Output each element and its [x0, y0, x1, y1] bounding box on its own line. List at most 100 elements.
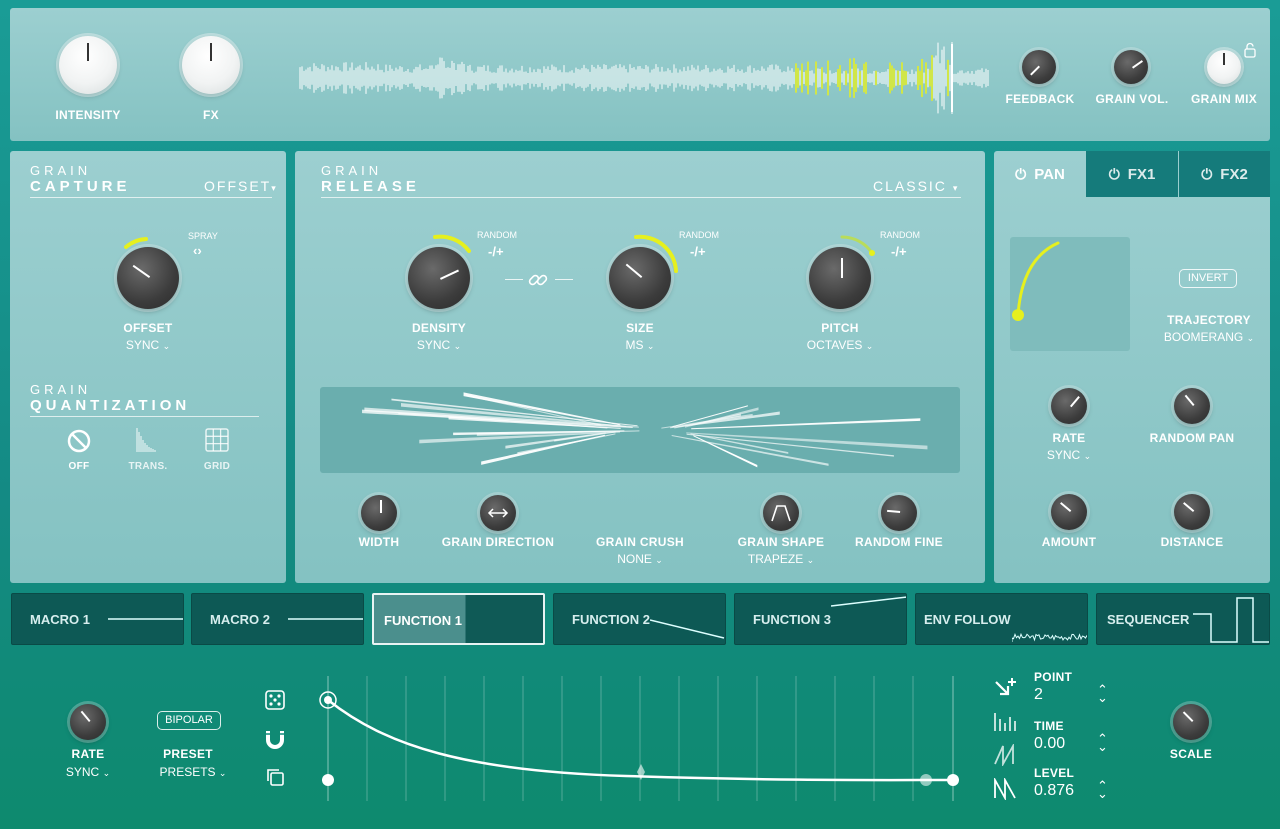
steps-icon[interactable] [993, 711, 1019, 733]
release-mode-select[interactable]: CLASSIC ▾ [873, 178, 959, 194]
magnet-icon[interactable] [264, 728, 286, 750]
mod-preview [1012, 632, 1087, 642]
pitch-random-value[interactable]: -/+ [891, 244, 907, 259]
random-fine-label: RANDOM FINE [855, 535, 943, 549]
grain-shape-sub: TRAPEZE [747, 552, 804, 566]
mod-tab-function-3[interactable]: FUNCTION 3 [734, 593, 907, 645]
chevron-down-icon: ⌄ [646, 341, 655, 351]
invert-button[interactable]: INVERT [1179, 269, 1237, 288]
mod-tab-sequencer[interactable]: SEQUENCER [1096, 593, 1270, 645]
function-curve-editor[interactable] [316, 676, 968, 801]
top-panel: INTENSITY FX FEEDBACK GRAIN VOL. GRAIN M… [10, 8, 1270, 141]
random-fine-knob[interactable] [881, 495, 917, 531]
link-icon[interactable] [527, 269, 549, 291]
add-point-icon[interactable] [992, 676, 1018, 702]
pan-rate-select[interactable]: SYNC ⌄ [1029, 448, 1109, 462]
spray-arrows-icon[interactable]: ‹› [193, 243, 202, 258]
time-value[interactable]: 0.00 [1034, 735, 1065, 753]
trajectory-display[interactable] [1010, 237, 1130, 351]
bipolar-button[interactable]: BIPOLAR [157, 711, 221, 730]
trajectory-sub: BOOMERANG [1163, 330, 1244, 344]
dice-icon[interactable] [264, 689, 286, 711]
tab-fx1[interactable]: ⏻ FX1 [1086, 151, 1178, 197]
pitch-label: PITCH [821, 321, 859, 335]
copy-icon[interactable] [265, 767, 285, 787]
level-stepper-icon[interactable]: ⌃ ⌄ [1097, 779, 1108, 800]
width-knob[interactable] [361, 495, 397, 531]
grid-icon[interactable] [205, 428, 229, 452]
tab-fx2[interactable]: ⏻ FX2 [1179, 151, 1270, 197]
function-rate-knob[interactable] [70, 704, 106, 740]
intensity-knob[interactable] [59, 36, 117, 94]
capture-title-small: GRAIN [30, 163, 92, 178]
preset-select[interactable]: PRESETS ⌄ [148, 765, 238, 779]
pan-rate-label: RATE [1052, 431, 1086, 445]
mod-tab-label: FUNCTION 2 [572, 612, 650, 627]
offset-sync-select[interactable]: SYNC ⌄ [108, 338, 188, 352]
size-label: SIZE [626, 321, 654, 335]
point-stepper-icon[interactable]: ⌃ ⌄ [1097, 683, 1108, 704]
waveform-display[interactable] [290, 38, 990, 118]
ramp-down-icon[interactable] [993, 778, 1019, 800]
intensity-label: INTENSITY [55, 108, 121, 122]
level-value[interactable]: 0.876 [1034, 782, 1074, 800]
grain-release-panel: GRAIN RELEASE CLASSIC ▾ RANDOM -/+ DENSI… [295, 151, 985, 583]
off-icon[interactable] [66, 428, 92, 454]
density-sub: SYNC [416, 338, 451, 352]
lock-icon[interactable] [1243, 42, 1257, 58]
grain-direction-button[interactable] [480, 495, 516, 531]
tab-fx1-label: FX1 [1127, 165, 1156, 183]
pitch-octaves-select[interactable]: OCTAVES ⌄ [790, 338, 890, 352]
time-stepper-icon[interactable]: ⌃ ⌄ [1097, 732, 1108, 753]
trajectory-select[interactable]: BOOMERANG ⌄ [1154, 330, 1264, 344]
mod-tab-env-follow[interactable]: ENV FOLLOW [915, 593, 1088, 645]
function-rate-select[interactable]: SYNC ⌄ [48, 765, 128, 779]
grain-vol-knob[interactable] [1114, 50, 1148, 84]
pitch-knob[interactable] [809, 247, 871, 309]
density-random-value[interactable]: -/+ [488, 244, 504, 259]
mod-tab-macro-2[interactable]: MACRO 2 [191, 593, 364, 645]
amount-knob[interactable] [1051, 494, 1087, 530]
point-value[interactable]: 2 [1034, 686, 1043, 704]
fx-knob[interactable] [182, 36, 240, 94]
density-random-label: RANDOM [477, 230, 517, 240]
chevron-down-icon: ⌄ [102, 768, 111, 778]
time-label: TIME [1034, 719, 1064, 733]
feedback-knob[interactable] [1022, 50, 1056, 84]
power-icon: ⏻ [1015, 165, 1027, 182]
quant-off-label: OFF [68, 461, 90, 472]
size-sub: MS [625, 338, 644, 352]
ramp-icon[interactable] [993, 744, 1019, 766]
grain-crush-select[interactable]: NONE ⌄ [580, 552, 700, 566]
mod-tab-function-1[interactable]: FUNCTION 1 [372, 593, 545, 645]
size-random-value[interactable]: -/+ [690, 244, 706, 259]
grain-shape-button[interactable] [763, 495, 799, 531]
capture-mode-select[interactable]: OFFSET▾ [204, 178, 278, 194]
transient-icon[interactable] [134, 426, 162, 454]
size-ms-select[interactable]: MS ⌄ [600, 338, 680, 352]
feedback-label: FEEDBACK [1005, 92, 1075, 106]
grain-vol-label: GRAIN VOL. [1095, 92, 1169, 106]
distance-knob[interactable] [1174, 494, 1210, 530]
mod-tab-label: FUNCTION 1 [384, 613, 462, 628]
pan-rate-knob[interactable] [1051, 388, 1087, 424]
tab-pan[interactable]: ⏻ PAN [994, 151, 1086, 197]
scale-knob[interactable] [1173, 704, 1209, 740]
grain-shape-select[interactable]: TRAPEZE ⌄ [721, 552, 841, 566]
grain-shape-label: GRAIN SHAPE [737, 535, 825, 549]
release-title-big: RELEASE [321, 178, 420, 195]
mod-tab-macro-1[interactable]: MACRO 1 [11, 593, 184, 645]
grain-mix-knob[interactable] [1207, 50, 1241, 84]
density-sync-select[interactable]: SYNC ⌄ [399, 338, 479, 352]
offset-label: OFFSET [123, 321, 173, 335]
editor-grid [366, 676, 914, 801]
power-icon: ⏻ [1201, 165, 1213, 182]
random-pan-knob[interactable] [1174, 388, 1210, 424]
density-knob[interactable] [408, 247, 470, 309]
mod-tab-function-2[interactable]: FUNCTION 2 [553, 593, 726, 645]
waveform-white [299, 42, 989, 114]
chevron-down-icon: ⌄ [218, 768, 227, 778]
amount-label: AMOUNT [1041, 535, 1097, 549]
offset-knob[interactable] [117, 247, 179, 309]
size-knob[interactable] [609, 247, 671, 309]
